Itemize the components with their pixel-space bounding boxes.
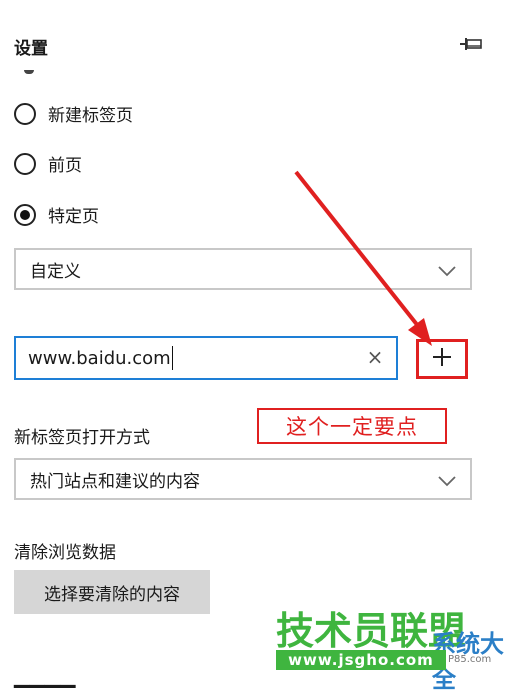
scrolled-radio-fragment [24, 70, 34, 74]
clear-data-section-label: 清除浏览数据 [14, 543, 116, 563]
radio-button-checked[interactable] [14, 203, 36, 226]
dropdown-value: 自定义 [30, 261, 81, 282]
radio-previous-page[interactable]: 前页 [14, 151, 82, 176]
radio-label: 前页 [48, 156, 82, 176]
radio-new-tab[interactable]: 新建标签页 [14, 101, 133, 126]
watermark-small-text: P85.com [448, 654, 492, 665]
page-type-dropdown[interactable]: 自定义 [14, 248, 472, 290]
dropdown-value: 热门站点和建议的内容 [30, 471, 200, 492]
radio-label: 特定页 [48, 207, 99, 227]
radio-label: 新建标签页 [48, 106, 133, 126]
chevron-down-icon [438, 262, 456, 277]
chevron-down-icon [438, 472, 456, 487]
panel-title: 设置 [14, 39, 48, 59]
cut-off-heading: ▁▁▁▁ [14, 664, 76, 688]
clear-input-icon[interactable]: × [364, 346, 386, 368]
url-input-value: www.baidu.com [28, 347, 171, 369]
pin-icon[interactable] [458, 36, 484, 52]
new-tab-dropdown[interactable]: 热门站点和建议的内容 [14, 458, 472, 500]
plus-icon [431, 346, 453, 372]
radio-button[interactable] [14, 152, 36, 175]
radio-button[interactable] [14, 102, 36, 125]
annotation-callout: 这个一定要点 [257, 408, 447, 444]
url-input[interactable]: www.baidu.com × [14, 336, 398, 380]
watermark-url: www.jsgho.com [276, 650, 446, 670]
text-caret [171, 346, 173, 370]
add-url-button[interactable] [416, 339, 468, 379]
radio-specific-page[interactable]: 特定页 [14, 202, 99, 227]
new-tab-section-label: 新标签页打开方式 [14, 428, 150, 448]
choose-clear-content-button[interactable]: 选择要清除的内容 [14, 570, 210, 614]
